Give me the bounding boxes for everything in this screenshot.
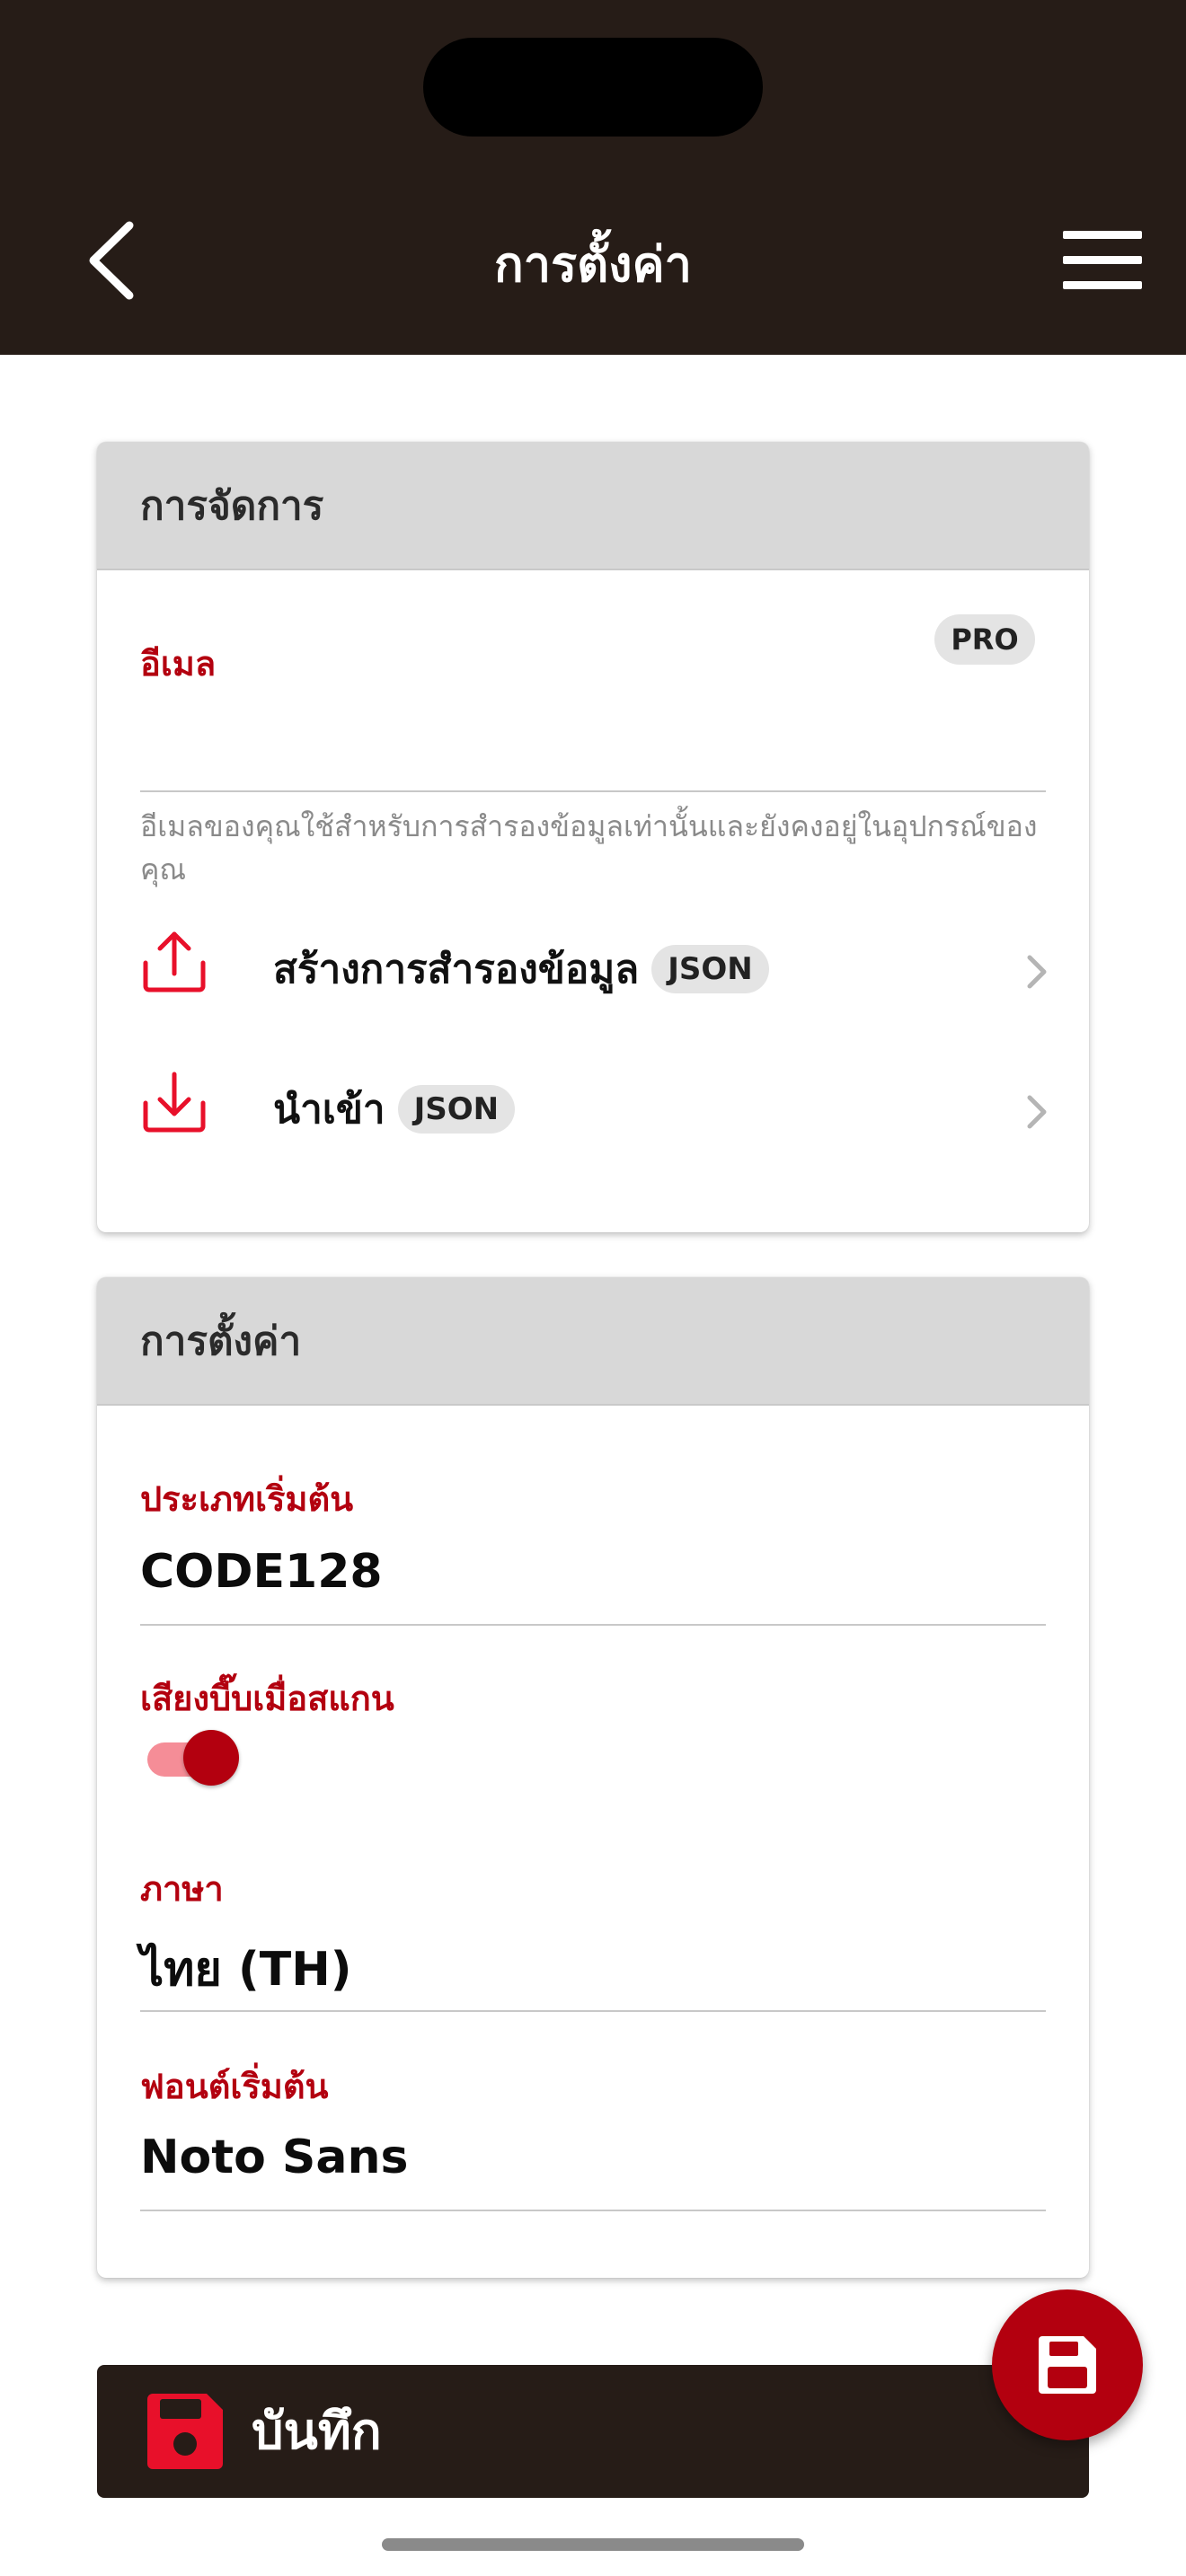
default-font-underline <box>140 2210 1046 2211</box>
email-label: อีเมล <box>140 644 217 684</box>
settings-card-header: การตั้งค่า <box>97 1277 1089 1406</box>
beep-label: เสียงบี๊บเมื่อสแกน <box>140 1679 394 1718</box>
import-label: นำเข้า <box>273 1087 385 1133</box>
settings-card-title: การตั้งค่า <box>140 1318 302 1364</box>
pro-badge: PRO <box>934 614 1035 665</box>
download-icon <box>143 1072 206 1133</box>
home-indicator <box>382 2538 804 2551</box>
import-row[interactable]: นำเข้า JSON <box>133 1058 1058 1157</box>
email-input[interactable] <box>140 684 1046 783</box>
chevron-right-icon <box>1027 1095 1047 1129</box>
create-backup-label: สร้างการสำรองข้อมูล <box>273 947 640 992</box>
language-label: ภาษา <box>140 1869 224 1909</box>
hamburger-menu-icon[interactable] <box>1058 229 1143 292</box>
dynamic-island <box>423 38 763 137</box>
default-type-label: ประเภทเริ่มต้น <box>140 1479 354 1519</box>
page-title: การตั้งค่า <box>494 236 692 293</box>
create-backup-row[interactable]: สร้างการสำรองข้อมูล JSON <box>133 918 1058 1017</box>
settings-card: การตั้งค่า ประเภทเริ่มต้น CODE128 เสียงบ… <box>97 1277 1089 2278</box>
management-card: การจัดการ อีเมล PRO อีเมลของคุณใช้สำหรับ… <box>97 442 1089 1232</box>
save-label: บันทึก <box>252 2403 382 2461</box>
beep-toggle[interactable] <box>140 1726 248 1789</box>
app-header: การตั้งค่า <box>0 0 1186 355</box>
language-select[interactable]: ไทย (TH) <box>140 1931 352 2006</box>
management-card-header: การจัดการ <box>97 442 1089 570</box>
email-underline <box>140 790 1046 792</box>
upload-icon <box>143 931 206 992</box>
toggle-knob <box>183 1730 239 1786</box>
json-tag: JSON <box>397 1085 516 1134</box>
email-helper-text: อีเมลของคุณใช้สำหรับการสำรองข้อมูลเท่านั… <box>140 809 1038 887</box>
management-card-title: การจัดการ <box>140 482 324 529</box>
json-tag: JSON <box>651 945 769 993</box>
default-font-select[interactable]: Noto Sans <box>140 2130 408 2184</box>
default-font-label: ฟอนต์เริ่มต้น <box>140 2067 329 2106</box>
language-underline <box>140 2010 1046 2012</box>
floating-save-button[interactable] <box>992 2289 1143 2440</box>
save-button[interactable]: บันทึก <box>97 2365 1089 2498</box>
floppy-disk-icon <box>1039 2336 1096 2394</box>
default-type-underline <box>140 1624 1046 1626</box>
floppy-disk-icon <box>147 2394 223 2469</box>
default-type-select[interactable]: CODE128 <box>140 1545 383 1599</box>
chevron-right-icon <box>1027 955 1047 989</box>
